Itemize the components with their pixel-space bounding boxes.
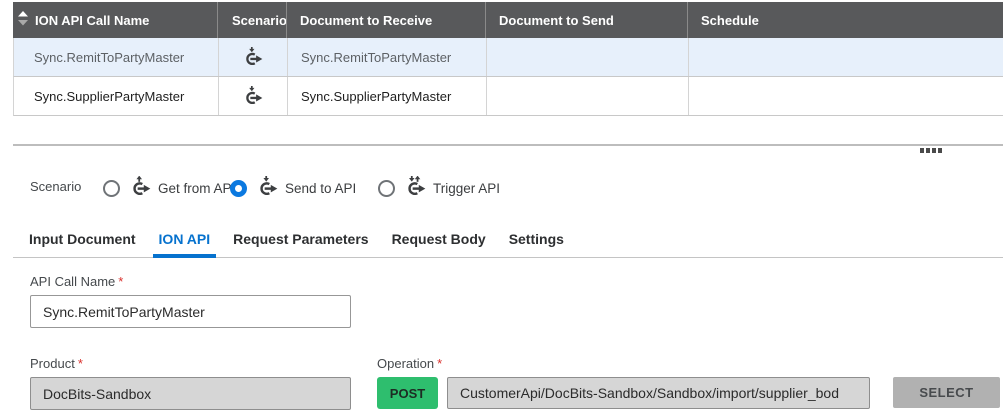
- cell-schedule: [689, 38, 1003, 76]
- detail-tabs: Input Document ION API Request Parameter…: [13, 220, 1003, 258]
- cell-schedule: [689, 77, 1003, 115]
- api-calls-table: ION API Call Name Scenario Document to R…: [13, 2, 1003, 116]
- product-input: [30, 377, 351, 410]
- pane-divider: [13, 144, 1003, 146]
- send-to-api-icon: [244, 45, 264, 68]
- get-from-api-icon: [131, 174, 152, 200]
- cell-scenario: [219, 77, 288, 115]
- column-label: Schedule: [701, 12, 759, 28]
- product-label: Product *: [30, 356, 83, 371]
- column-label: Scenario: [232, 12, 287, 28]
- api-call-name-label: API Call Name *: [30, 274, 124, 289]
- cell-document-to-send: [487, 38, 689, 76]
- required-asterisk: *: [437, 356, 443, 371]
- column-header-scenario[interactable]: Scenario: [218, 2, 287, 38]
- sort-icon[interactable]: [18, 11, 28, 29]
- column-header-schedule[interactable]: Schedule: [688, 2, 1003, 38]
- send-to-api-icon: [258, 174, 279, 200]
- radio-label: Trigger API: [433, 180, 501, 196]
- cell-api-call-name: Sync.SupplierPartyMaster: [14, 77, 219, 115]
- radio-option-trigger-api[interactable]: Trigger API: [378, 174, 501, 200]
- scenario-group-label: Scenario: [30, 179, 82, 194]
- splitter-drag-handle[interactable]: [920, 148, 942, 153]
- cell-document-to-receive: Sync.RemitToPartyMaster: [288, 38, 487, 76]
- column-header-document-to-receive[interactable]: Document to Receive: [287, 2, 486, 38]
- tab-request-parameters[interactable]: Request Parameters: [233, 220, 368, 257]
- tab-ion-api[interactable]: ION API: [152, 220, 216, 258]
- ion-api-configuration-screen: ION API Call Name Scenario Document to R…: [0, 0, 1003, 419]
- column-label: ION API Call Name: [35, 12, 150, 28]
- table-header-row: ION API Call Name Scenario Document to R…: [13, 2, 1003, 38]
- cell-document-to-receive: Sync.SupplierPartyMaster: [288, 77, 487, 115]
- radio-label: Send to API: [285, 180, 357, 196]
- send-to-api-icon: [244, 84, 264, 107]
- column-label: Document to Send: [499, 12, 614, 28]
- cell-scenario: [219, 38, 288, 76]
- radio-label: Get from API: [158, 180, 236, 196]
- tab-input-document[interactable]: Input Document: [29, 220, 136, 257]
- operation-endpoint-input: [447, 377, 870, 409]
- column-header-ion-api-call-name[interactable]: ION API Call Name: [13, 2, 218, 38]
- radio-option-get-from-api[interactable]: Get from API: [103, 174, 236, 200]
- select-operation-button[interactable]: SELECT: [893, 377, 1000, 408]
- table-row[interactable]: Sync.RemitToPartyMaster Sync.RemitToPart…: [13, 38, 1003, 77]
- http-method-badge: POST: [377, 377, 438, 409]
- required-asterisk: *: [118, 274, 124, 289]
- api-call-name-input[interactable]: [30, 295, 351, 328]
- cell-document-to-send: [487, 77, 689, 115]
- radio-option-send-to-api[interactable]: Send to API: [230, 174, 357, 200]
- cell-api-call-name: Sync.RemitToPartyMaster: [14, 38, 219, 76]
- required-asterisk: *: [77, 356, 83, 371]
- tab-settings[interactable]: Settings: [509, 220, 564, 257]
- radio-button[interactable]: [103, 179, 120, 197]
- radio-button[interactable]: [378, 179, 395, 197]
- tab-request-body[interactable]: Request Body: [392, 220, 486, 257]
- table-row[interactable]: Sync.SupplierPartyMaster Sync.SupplierPa…: [13, 77, 1003, 116]
- operation-label: Operation *: [377, 356, 443, 371]
- radio-button-selected[interactable]: [230, 179, 247, 197]
- column-header-document-to-send[interactable]: Document to Send: [486, 2, 688, 38]
- trigger-api-icon: [406, 174, 427, 200]
- column-label: Document to Receive: [300, 12, 433, 28]
